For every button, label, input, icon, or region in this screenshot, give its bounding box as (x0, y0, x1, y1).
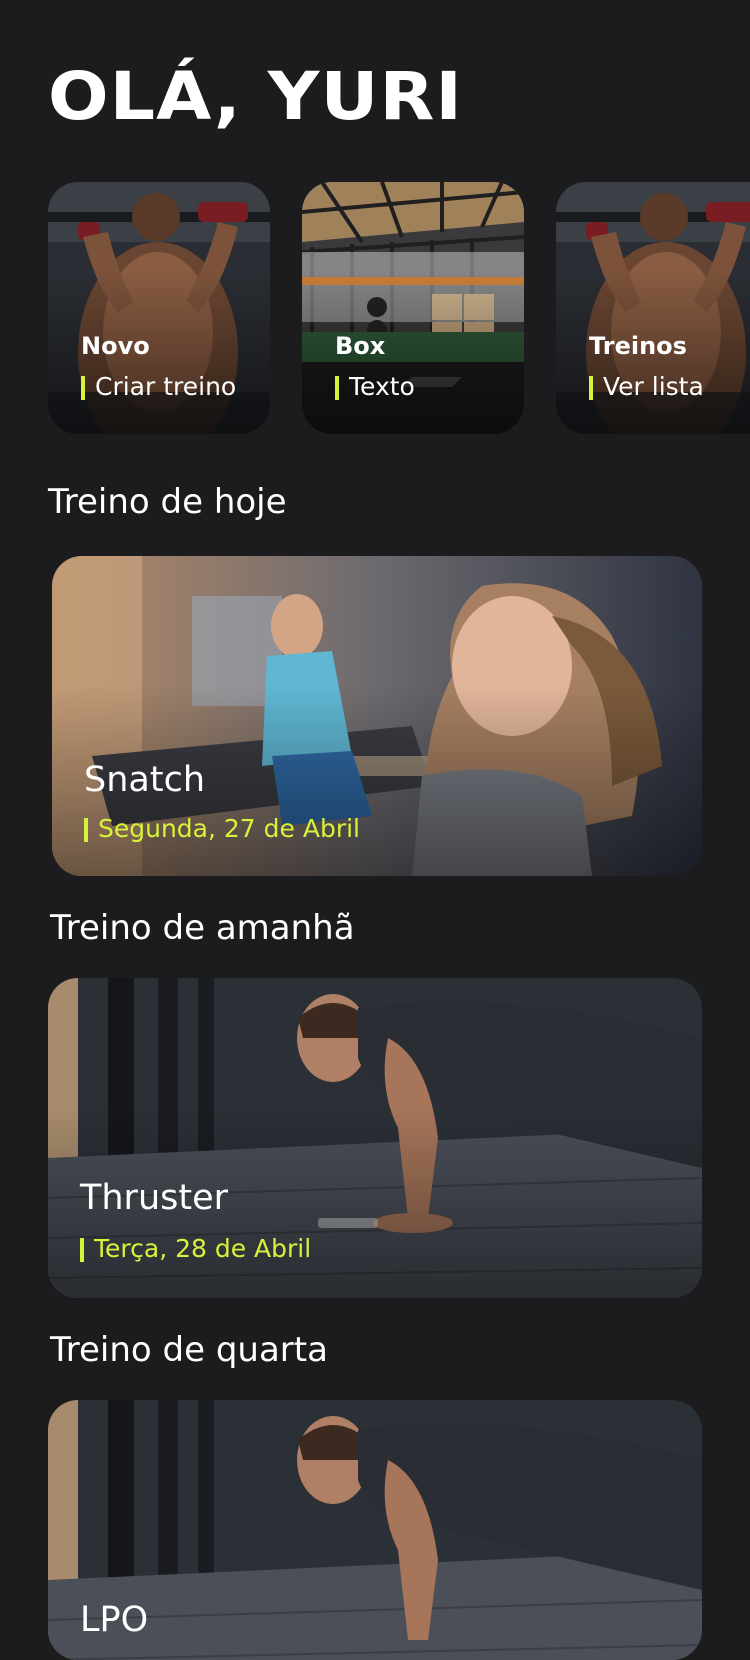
quick-card-subtitle-text: Criar treino (95, 372, 237, 401)
quick-card-novo[interactable]: Novo Criar treino (48, 182, 270, 434)
quick-card-subtitle: Ver lista (589, 372, 704, 401)
workout-date-text: Terça, 28 de Abril (94, 1234, 312, 1263)
workout-title: Thruster (80, 1178, 229, 1218)
workout-card-today[interactable]: Snatch Segunda, 27 de Abril (52, 556, 702, 876)
accent-bar (84, 818, 88, 842)
quick-card-box[interactable]: Box Texto (302, 182, 524, 434)
workout-card-tomorrow[interactable]: Thruster Terça, 28 de Abril (48, 978, 702, 1298)
accent-bar (335, 376, 339, 400)
quick-card-subtitle: Criar treino (81, 372, 236, 401)
quick-card-subtitle-text: Texto (349, 372, 415, 401)
quick-card-title: Treinos (589, 332, 687, 360)
section-title-wednesday: Treino de quarta (50, 1330, 328, 1370)
workout-date-text: Segunda, 27 de Abril (98, 814, 360, 843)
workout-date: Segunda, 27 de Abril (84, 814, 360, 843)
workout-card-wednesday[interactable]: LPO (48, 1400, 702, 1660)
accent-bar (589, 376, 593, 400)
quick-card-subtitle: Texto (335, 372, 415, 401)
section-title-today: Treino de hoje (48, 482, 287, 522)
workout-title: LPO (80, 1600, 149, 1640)
quick-card-title: Box (335, 332, 386, 360)
greeting-title: OLÁ, YURI (48, 58, 464, 135)
quick-card-treinos[interactable]: Treinos Ver lista (556, 182, 750, 434)
section-title-tomorrow: Treino de amanhã (50, 908, 355, 948)
workout-date: Terça, 28 de Abril (80, 1234, 311, 1263)
accent-bar (81, 376, 85, 400)
quick-card-title: Novo (81, 332, 150, 360)
quick-actions-carousel[interactable]: Novo Criar treino Box Texto Treinos Ver … (0, 182, 750, 434)
accent-bar (80, 1238, 84, 1262)
workout-title: Snatch (84, 760, 205, 800)
quick-card-subtitle-text: Ver lista (603, 372, 704, 401)
